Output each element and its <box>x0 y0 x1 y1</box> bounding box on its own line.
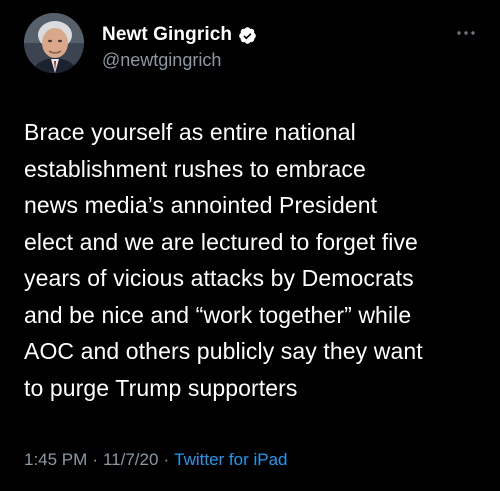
verified-badge-icon <box>238 26 257 45</box>
tweet-text-line: Brace yourself as entire national <box>24 119 356 145</box>
profile-photo-icon <box>24 13 84 73</box>
tweet-metadata: 1:45 PM · 11/7/20 · Twitter for iPad <box>24 450 288 470</box>
more-options-icon[interactable] <box>455 29 477 37</box>
author-handle[interactable]: @newtgingrich <box>102 50 221 71</box>
tweet-text: Brace yourself as entire national establ… <box>24 114 484 406</box>
author-display-name[interactable]: Newt Gingrich <box>102 24 232 46</box>
avatar[interactable] <box>24 13 84 73</box>
tweet-card: Newt Gingrich @newtgingrich Brace yourse… <box>0 0 500 491</box>
tweet-text-line: establishment rushes to embrace <box>24 155 366 182</box>
tweet-text-line: to purge Trump supporters <box>24 374 298 401</box>
tweet-time[interactable]: 1:45 PM <box>24 450 87 469</box>
tweet-text-line: years of vicious attacks by Democrats <box>24 265 414 291</box>
tweet-text-line: and be nice and “work together” while <box>24 301 412 328</box>
author-name-row: Newt Gingrich <box>102 24 257 46</box>
tweet-date[interactable]: 11/7/20 <box>103 450 158 469</box>
tweet-text-line: AOC and others publicly say they want <box>24 338 423 364</box>
meta-separator: · <box>92 450 98 469</box>
tweet-text-line: news media’s annointed President <box>24 192 378 218</box>
tweet-source-link[interactable]: Twitter for iPad <box>174 450 287 469</box>
tweet-text-line: elect and we are lectured to forget five <box>24 228 418 255</box>
meta-separator: · <box>163 450 170 469</box>
